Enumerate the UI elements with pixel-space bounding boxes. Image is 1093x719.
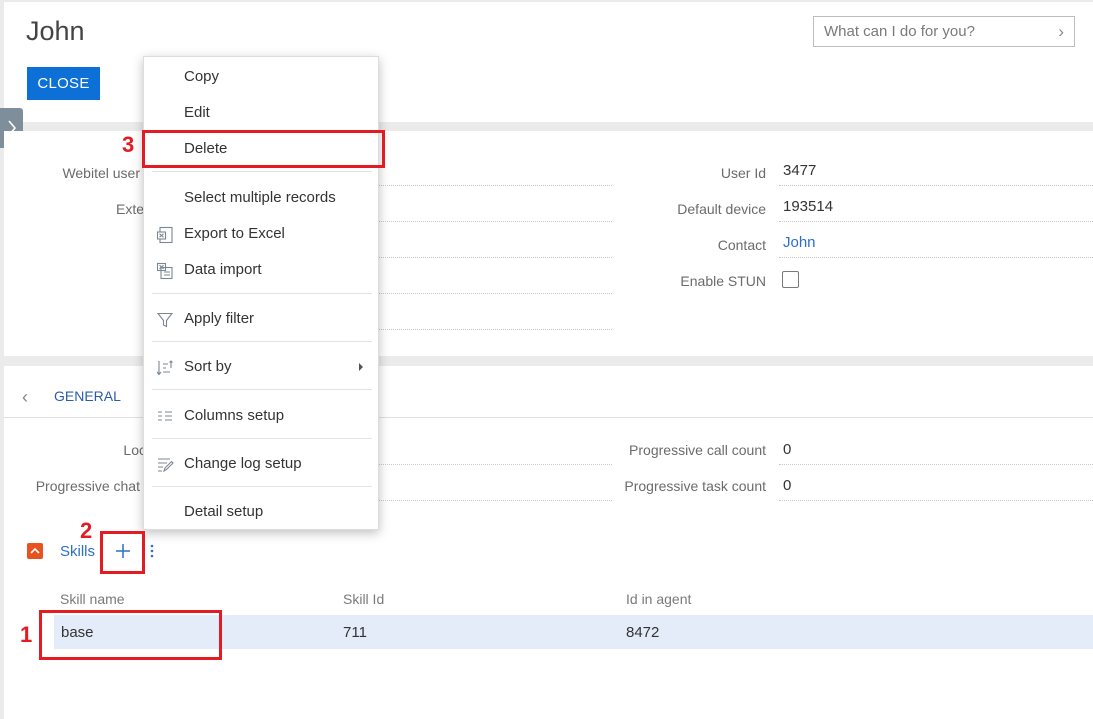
menu-separator [152,171,372,172]
field-label-progressive-chat: Progressive chat [35,478,140,494]
annotation-number-2: 2 [80,518,93,543]
field-label-progressive-task-count: Progressive task count [624,478,766,494]
cell-id-in-agent[interactable]: 8472 [626,624,659,641]
menu-item-copy[interactable]: Copy [144,61,380,93]
skills-collapse-toggle[interactable] [27,543,43,559]
menu-item-sort-by[interactable]: Sort by [144,351,380,383]
tab-general[interactable]: GENERAL [54,388,121,404]
menu-item-edit[interactable]: Edit [144,97,380,129]
menu-item-detail-setup[interactable]: Detail setup [144,496,380,528]
menu-separator [152,389,372,390]
annotation-number-3: 3 [122,132,135,157]
field-underline [779,185,1093,186]
menu-item-change-log-setup[interactable]: Change log setup [144,448,380,480]
command-search-input[interactable]: What can I do for you? › [813,16,1075,47]
field-label-webitel-user: Webitel user [62,165,140,181]
field-underline [379,257,612,258]
annotation-box-skill-row [39,610,222,660]
field-label-progressive-call-count: Progressive call count [629,442,766,458]
filter-icon [156,312,174,328]
menu-item-export-to-excel[interactable]: Export to Excel [144,218,380,250]
close-button[interactable]: CLOSE [27,67,100,100]
column-header-skill-id[interactable]: Skill Id [343,591,384,607]
contact-link[interactable]: John [783,234,816,251]
skills-detail-title[interactable]: Skills [60,543,95,560]
column-header-skill-name[interactable]: Skill name [60,591,125,607]
field-underline [379,293,612,294]
column-header-id-in-agent[interactable]: Id in agent [626,591,691,607]
field-label-default-device: Default device [677,201,766,217]
field-label-enable-stun: Enable STUN [680,273,766,289]
chevron-up-icon [30,547,40,554]
field-underline [779,257,1093,258]
field-underline [779,464,1093,465]
tab-back-chevron[interactable]: ‹ [22,387,28,408]
progressive-task-count-value[interactable]: 0 [783,477,791,494]
chevron-right-icon[interactable]: › [1058,22,1064,42]
menu-separator [152,341,372,342]
cell-skill-id[interactable]: 711 [343,624,367,641]
change-log-icon [158,458,174,473]
enable-stun-checkbox[interactable] [782,271,799,288]
field-label-user-id: User Id [720,165,766,181]
menu-item-select-multiple-records[interactable]: Select multiple records [144,182,380,214]
field-underline [379,464,612,465]
submenu-arrow-icon [359,363,363,371]
menu-item-data-import[interactable]: Data import [144,254,380,286]
menu-item-apply-filter[interactable]: Apply filter [144,303,380,335]
menu-separator [152,486,372,487]
menu-item-columns-setup[interactable]: Columns setup [144,400,380,432]
excel-export-icon [156,226,173,244]
field-underline [779,500,1093,501]
more-options-icon[interactable] [149,543,155,559]
annotation-number-1: 1 [20,622,33,647]
menu-separator [152,438,372,439]
menu-separator [152,293,372,294]
annotation-box-add-skill [100,531,145,574]
page-title: John [26,16,85,46]
field-underline [379,185,612,186]
field-label-contact: Contact [717,237,766,253]
field-underline [379,221,612,222]
context-menu: Copy Edit Delete Select multiple records… [143,56,379,530]
default-device-value[interactable]: 193514 [783,198,833,215]
annotation-box-delete [142,130,385,168]
field-underline [779,221,1093,222]
field-underline [379,500,612,501]
data-import-icon [156,262,173,280]
progressive-call-count-value[interactable]: 0 [783,441,791,458]
columns-icon [158,411,172,421]
sort-icon [156,360,173,376]
field-underline [379,329,612,330]
field-label-extension: Exte [115,201,144,217]
search-placeholder: What can I do for you? [824,23,975,40]
user-id-value[interactable]: 3477 [783,162,816,179]
